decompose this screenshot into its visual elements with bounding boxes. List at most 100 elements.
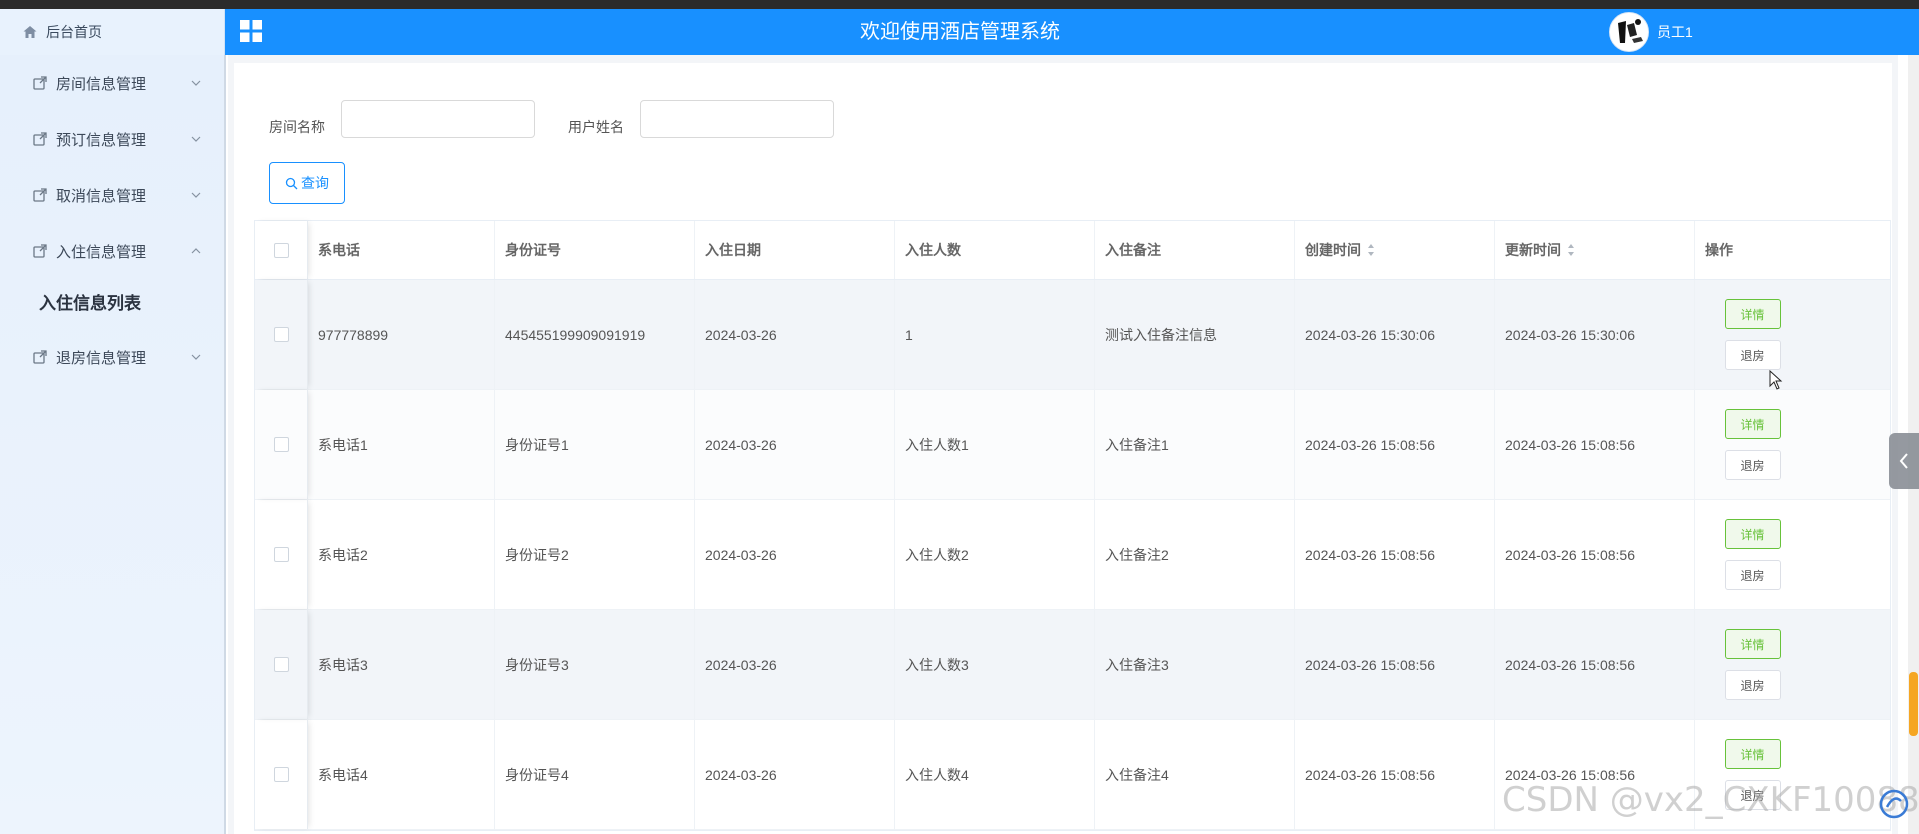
query-button[interactable]: 查询: [269, 162, 345, 204]
external-link-icon: [33, 76, 47, 90]
row-checkbox-cell: [255, 390, 308, 499]
cell-updated: 2024-03-26 15:08:56: [1495, 500, 1695, 609]
cell-actions: 详情 退房: [1695, 610, 1890, 719]
sidebar-subitem-checkin-list[interactable]: 入住信息列表: [0, 279, 224, 329]
home-icon: [23, 26, 37, 38]
window-top-strip: [0, 0, 1919, 9]
cell-checkin-date: 2024-03-26: [695, 500, 895, 609]
detail-button[interactable]: 详情: [1724, 519, 1781, 549]
user-name-label: 用户姓名: [568, 119, 624, 135]
cell-created: 2024-03-26 15:30:06: [1295, 280, 1495, 389]
scrollbar-thumb[interactable]: [1909, 672, 1918, 736]
room-name-input[interactable]: [341, 100, 535, 138]
row-checkbox[interactable]: [273, 327, 289, 342]
watermark-text: CSDN @vx2_CXKF10088: [1502, 780, 1919, 820]
sidebar-item-booking-info[interactable]: 预订信息管理: [0, 111, 224, 167]
row-checkbox[interactable]: [273, 767, 289, 782]
external-link-icon: [33, 188, 47, 202]
sidebar-item-label: 退房信息管理: [56, 349, 147, 367]
detail-button[interactable]: 详情: [1724, 739, 1781, 769]
external-link-icon: [33, 350, 47, 364]
chevron-down-icon: [191, 192, 201, 198]
column-header-created[interactable]: 创建时间: [1295, 221, 1495, 279]
checkout-button[interactable]: 退房: [1724, 670, 1781, 700]
cell-created: 2024-03-26 15:08:56: [1295, 500, 1495, 609]
table-row: 系电话2 身份证号2 2024-03-26 入住人数2 入住备注2 2024-0…: [255, 500, 1890, 610]
cell-id-number: 身份证号1: [495, 390, 695, 499]
cell-actions: 详情 退房: [1695, 390, 1890, 499]
column-header-checkin-date: 入住日期: [695, 221, 895, 279]
main-content: 房间名称 用户姓名 查询 系电话 身份证号 入住日期 入住人数 入住备注 创建时…: [228, 55, 1898, 834]
cell-id-number: 445455199909091919: [495, 280, 695, 389]
cell-phone: 系电话4: [308, 720, 495, 829]
cell-created: 2024-03-26 15:08:56: [1295, 720, 1495, 829]
cell-id-number: 身份证号4: [495, 720, 695, 829]
column-header-actions: 操作: [1705, 242, 1733, 258]
csdn-logo-icon: [1879, 789, 1909, 819]
content-panel: 房间名称 用户姓名 查询 系电话 身份证号 入住日期 入住人数 入住备注 创建时…: [234, 63, 1892, 834]
checkin-table: 系电话 身份证号 入住日期 入住人数 入住备注 创建时间 更新时间 操作 977…: [254, 220, 1891, 831]
detail-button[interactable]: 详情: [1724, 629, 1781, 659]
external-link-icon: [33, 244, 47, 258]
cell-id-number: 身份证号3: [495, 610, 695, 719]
cell-id-number: 身份证号2: [495, 500, 695, 609]
cell-actions: 详情 退房: [1695, 500, 1890, 609]
cell-guest-count: 1: [895, 280, 1095, 389]
cell-created: 2024-03-26 15:08:56: [1295, 610, 1495, 719]
cell-checkin-date: 2024-03-26: [695, 280, 895, 389]
home-label: 后台首页: [46, 24, 102, 40]
user-name-input[interactable]: [640, 100, 834, 138]
sidebar-item-checkin-info[interactable]: 入住信息管理: [0, 223, 224, 279]
query-label: 查询: [301, 175, 329, 191]
select-all-checkbox[interactable]: [273, 242, 289, 258]
cell-updated: 2024-03-26 15:08:56: [1495, 390, 1695, 499]
sort-icon: [1568, 244, 1574, 256]
row-checkbox[interactable]: [273, 657, 289, 672]
sidebar-item-cancel-info[interactable]: 取消信息管理: [0, 167, 224, 223]
checkout-button[interactable]: 退房: [1724, 340, 1781, 370]
row-checkbox[interactable]: [273, 547, 289, 562]
top-header: 后台首页 欢迎使用酒店管理系统 员工1: [0, 9, 1919, 55]
sidebar-item-label: 入住信息管理: [56, 243, 147, 261]
user-name: 员工1: [1657, 24, 1693, 40]
detail-button[interactable]: 详情: [1724, 299, 1781, 329]
checkout-button[interactable]: 退房: [1724, 560, 1781, 590]
column-header-updated[interactable]: 更新时间: [1495, 221, 1695, 279]
cell-checkin-date: 2024-03-26: [695, 390, 895, 499]
cell-note: 测试入住备注信息: [1095, 280, 1295, 389]
mouse-cursor-icon: [1769, 370, 1783, 390]
row-checkbox-cell: [255, 720, 308, 829]
table-row: 系电话1 身份证号1 2024-03-26 入住人数1 入住备注1 2024-0…: [255, 390, 1890, 500]
cell-updated: 2024-03-26 15:30:06: [1495, 280, 1695, 389]
sort-icon: [1368, 244, 1374, 256]
chevron-left-icon: [1899, 453, 1908, 469]
avatar: [1609, 12, 1649, 52]
cell-guest-count: 入住人数4: [895, 720, 1095, 829]
column-header-guest-count: 入住人数: [895, 221, 1095, 279]
checkout-button[interactable]: 退房: [1724, 450, 1781, 480]
external-link-icon: [33, 132, 47, 146]
cell-note: 入住备注4: [1095, 720, 1295, 829]
cell-checkin-date: 2024-03-26: [695, 720, 895, 829]
sidebar-item-checkout-info[interactable]: 退房信息管理: [0, 329, 224, 385]
cell-guest-count: 入住人数1: [895, 390, 1095, 499]
column-header-label: 更新时间: [1505, 242, 1561, 258]
table-row: 977778899 445455199909091919 2024-03-26 …: [255, 280, 1890, 390]
side-panel-toggle[interactable]: [1889, 433, 1919, 489]
cell-created: 2024-03-26 15:08:56: [1295, 390, 1495, 499]
column-header-id-number: 身份证号: [495, 221, 695, 279]
sidebar-item-room-info[interactable]: 房间信息管理: [0, 55, 224, 111]
cell-updated: 2024-03-26 15:08:56: [1495, 610, 1695, 719]
detail-button[interactable]: 详情: [1724, 409, 1781, 439]
sidebar-item-label: 预订信息管理: [56, 131, 147, 149]
row-checkbox-cell: [255, 500, 308, 609]
cell-note: 入住备注3: [1095, 610, 1295, 719]
table-header: 系电话 身份证号 入住日期 入住人数 入住备注 创建时间 更新时间 操作: [255, 221, 1890, 280]
cell-note: 入住备注1: [1095, 390, 1295, 499]
search-icon: [285, 177, 298, 189]
row-checkbox[interactable]: [273, 437, 289, 452]
row-checkbox-cell: [255, 610, 308, 719]
column-header-label: 创建时间: [1305, 242, 1361, 258]
user-menu[interactable]: 员工1: [1609, 12, 1693, 52]
cell-phone: 系电话2: [308, 500, 495, 609]
